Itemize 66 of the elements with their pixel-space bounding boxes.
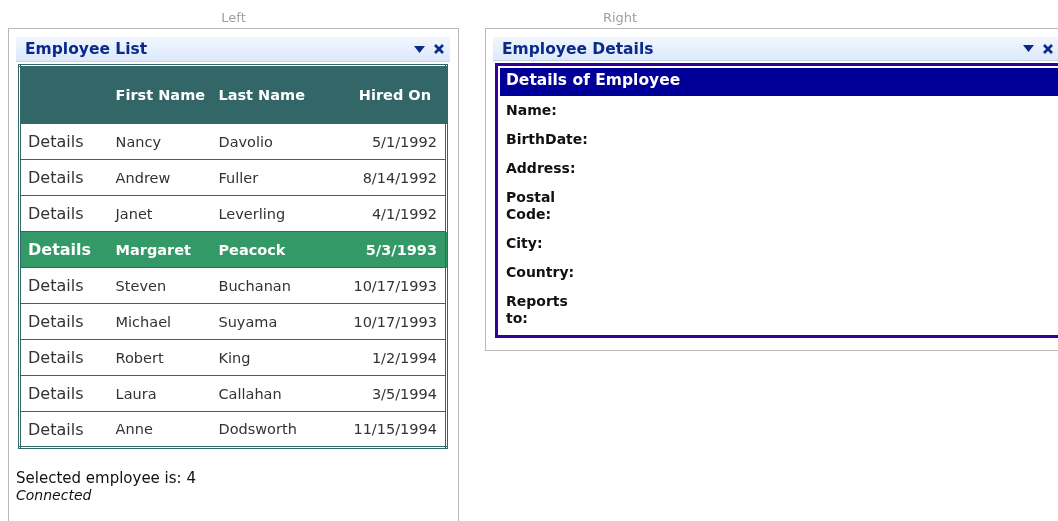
details-link[interactable]: Details [28, 240, 92, 259]
table-cell: 10/17/1993 [317, 303, 447, 340]
column-header: Last Name [214, 65, 318, 124]
employee-row[interactable]: Details Michael Suyama 10/17/1993 [19, 303, 447, 340]
table-cell: Leverling [214, 195, 318, 232]
employee-row[interactable]: Details Laura Callahan 3/5/1994 [19, 375, 447, 412]
employee-row[interactable]: Details Robert King 1/2/1994 [19, 339, 447, 376]
table-cell: 1/2/1994 [317, 339, 447, 376]
close-icon[interactable] [1043, 43, 1053, 54]
table-cell: 3/5/1994 [317, 375, 447, 412]
employee-row[interactable]: Details Janet Leverling 4/1/1992 [19, 195, 447, 232]
close-icon[interactable] [434, 44, 444, 54]
field-label: Country: [505, 263, 576, 282]
table-cell: Janet [111, 195, 215, 232]
connection-status: Connected [16, 487, 93, 503]
details-link[interactable]: Details [28, 384, 84, 403]
details-link[interactable]: Details [28, 312, 84, 331]
field-label: BirthDate: [505, 130, 589, 149]
table-cell: Steven [111, 267, 215, 304]
table-cell: Suyama [214, 303, 318, 340]
details-link[interactable]: Details [28, 348, 84, 367]
table-cell: Davolio [214, 123, 318, 160]
field-label: Reports to: [505, 292, 569, 328]
employee-row[interactable]: Details Steven Buchanan 10/17/1993 [19, 267, 447, 304]
table-cell: 5/3/1993 [317, 231, 447, 268]
table-cell: Buchanan [214, 267, 318, 304]
table-cell: 10/17/1993 [317, 267, 447, 304]
employee-row[interactable]: Details Nancy Davolio 5/1/1992 [19, 123, 447, 160]
details-link[interactable]: Details [28, 204, 84, 223]
column-header: First Name [111, 65, 215, 124]
table-cell: King [214, 339, 318, 376]
web-part-title: Employee List [25, 40, 149, 58]
employee-row[interactable]: Details Margaret Peacock 5/3/1993 [19, 231, 447, 268]
table-cell: Robert [111, 339, 215, 376]
details-link[interactable]: Details [28, 419, 84, 439]
selection-text: Selected employee is: 4 [16, 469, 197, 487]
table-cell: Michael [111, 303, 215, 340]
table-cell: 11/15/1994 [317, 411, 447, 448]
field-label: City: [505, 234, 544, 253]
field-label: Name: [505, 101, 558, 120]
details-link[interactable]: Details [28, 132, 84, 151]
dropdown-caret-icon[interactable] [414, 45, 425, 53]
table-cell: Anne [111, 411, 215, 448]
table-cell: Margaret [111, 231, 215, 268]
web-part-title: Employee Details [502, 39, 655, 58]
table-cell: Callahan [214, 375, 318, 412]
zone-label: Left [221, 9, 246, 27]
details-link[interactable]: Details [28, 168, 84, 187]
table-cell: Nancy [111, 123, 215, 160]
zone-label: Right [602, 9, 638, 27]
table-cell: Andrew [111, 159, 215, 196]
column-header: Hired On [317, 65, 447, 124]
details-link[interactable]: Details [28, 276, 84, 295]
employee-row[interactable]: Details Andrew Fuller 8/14/1992 [19, 159, 447, 196]
field-label: Postal Code: [505, 188, 557, 224]
table-cell: Dodsworth [214, 411, 318, 448]
field-label: Address: [505, 159, 577, 178]
details-header: Details of Employee [500, 68, 1058, 96]
employee-row[interactable]: Details Anne Dodsworth 11/15/1994 [19, 411, 447, 448]
table-cell: Peacock [214, 231, 318, 268]
table-cell: Laura [111, 375, 215, 412]
table-cell: Fuller [214, 159, 318, 196]
table-cell: 5/1/1992 [317, 123, 447, 160]
table-cell: 4/1/1992 [317, 195, 447, 232]
table-cell: 8/14/1992 [317, 159, 447, 196]
dropdown-caret-icon[interactable] [1023, 45, 1034, 52]
